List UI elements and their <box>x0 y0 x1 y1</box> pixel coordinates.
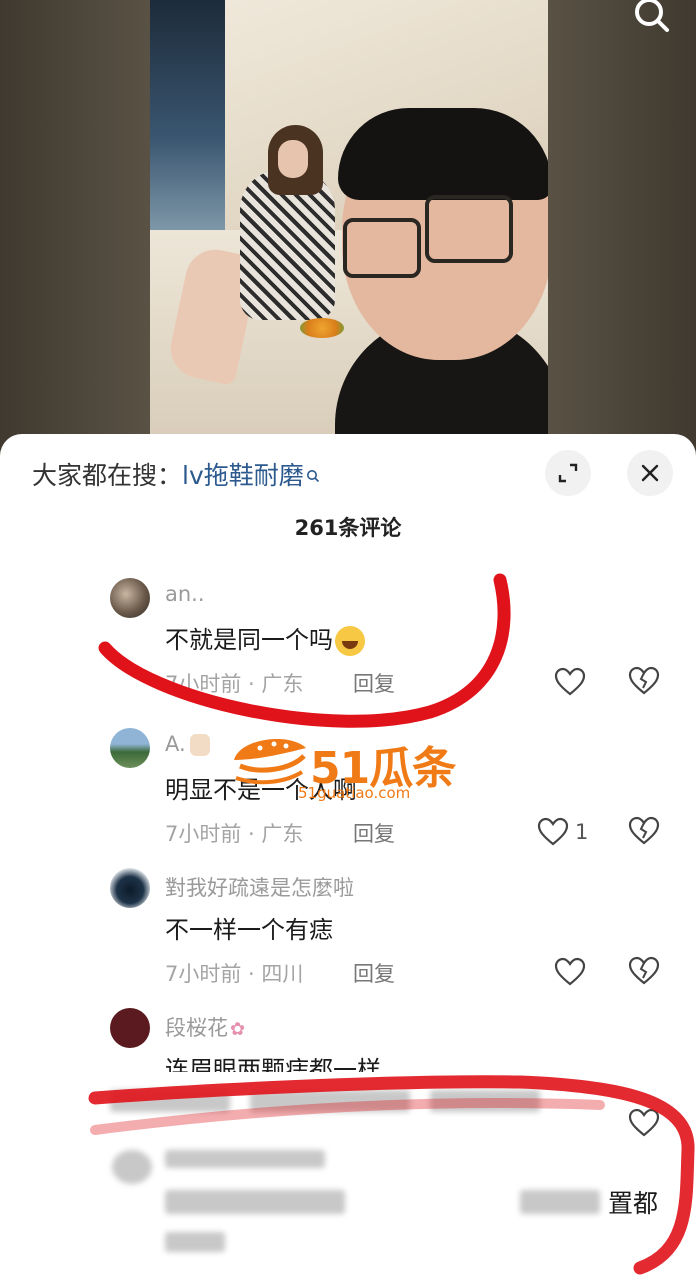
dislike-button[interactable] <box>628 816 660 848</box>
comment-item: A. 明显不是一个人啊 7小时前 · 广东 回复 1 <box>0 728 696 858</box>
hot-search-prefix: 大家都在搜： <box>32 461 183 490</box>
dislike-button[interactable] <box>628 1108 660 1140</box>
comment-username[interactable]: 段桜花 ✿ <box>165 1012 245 1042</box>
comment-text: 不就是同一个吗 <box>165 620 365 656</box>
close-icon <box>641 464 659 482</box>
like-button[interactable] <box>554 666 586 698</box>
comment-text: 不一样一个有痣 <box>165 916 333 944</box>
heart-icon <box>554 957 586 986</box>
comment-username[interactable]: an.. <box>165 582 205 606</box>
comment-meta: 7小时前 · 四川 <box>165 962 304 986</box>
expand-icon <box>558 463 578 483</box>
dislike-button[interactable] <box>628 956 660 988</box>
search-icon <box>635 0 669 32</box>
like-button[interactable]: 1 <box>537 816 588 848</box>
avatar[interactable] <box>110 868 150 908</box>
search-button[interactable] <box>627 0 675 36</box>
comment-meta: 7小时前 · 广东 <box>165 672 304 696</box>
avatar[interactable] <box>110 1008 150 1048</box>
avatar[interactable] <box>110 578 150 618</box>
dislike-button[interactable] <box>628 666 660 698</box>
hot-search-term-link[interactable]: lv拖鞋耐磨 <box>182 461 304 490</box>
comment-item: 對我好疏遠是怎麼啦 不一样一个有痣 7小时前 · 四川 回复 <box>0 868 696 998</box>
reply-button[interactable]: 回复 <box>353 818 395 848</box>
like-button[interactable] <box>554 956 586 988</box>
comment-username[interactable]: A. <box>165 732 210 756</box>
broken-heart-icon <box>628 1108 660 1137</box>
comment-sheet: 大家都在搜：lv拖鞋耐磨 261条评论 an.. 不就是同一个吗 7小时前 · … <box>0 434 696 1280</box>
comment-text: 明显不是一个人啊 <box>165 776 357 804</box>
comment-text-fragment: 置都 <box>608 1189 659 1218</box>
comment-username[interactable]: 對我好疏遠是怎麼啦 <box>165 872 354 902</box>
like-count: 1 <box>575 820 589 844</box>
reply-button[interactable]: 回复 <box>353 958 395 988</box>
expand-button[interactable] <box>545 450 591 496</box>
comment-item: an.. 不就是同一个吗 7小时前 · 广东 回复 <box>0 578 696 708</box>
heart-icon <box>554 667 586 696</box>
reply-button[interactable]: 回复 <box>353 668 395 698</box>
avatar[interactable] <box>110 728 150 768</box>
flower-icon: ✿ <box>230 1019 246 1040</box>
post-image[interactable] <box>150 0 548 450</box>
laughing-emoji-icon <box>335 626 365 656</box>
blurred-region <box>90 1072 610 1280</box>
hot-search-bar: 大家都在搜：lv拖鞋耐磨 <box>32 456 320 492</box>
user-badge-icon <box>189 734 210 756</box>
comment-meta: 7小时前 · 广东 <box>165 822 304 846</box>
heart-icon <box>537 817 569 846</box>
close-button[interactable] <box>627 450 673 496</box>
broken-heart-icon <box>628 666 660 695</box>
small-search-icon <box>306 460 320 489</box>
broken-heart-icon <box>628 956 660 985</box>
comment-count: 261条评论 <box>294 516 402 540</box>
broken-heart-icon <box>628 816 660 845</box>
